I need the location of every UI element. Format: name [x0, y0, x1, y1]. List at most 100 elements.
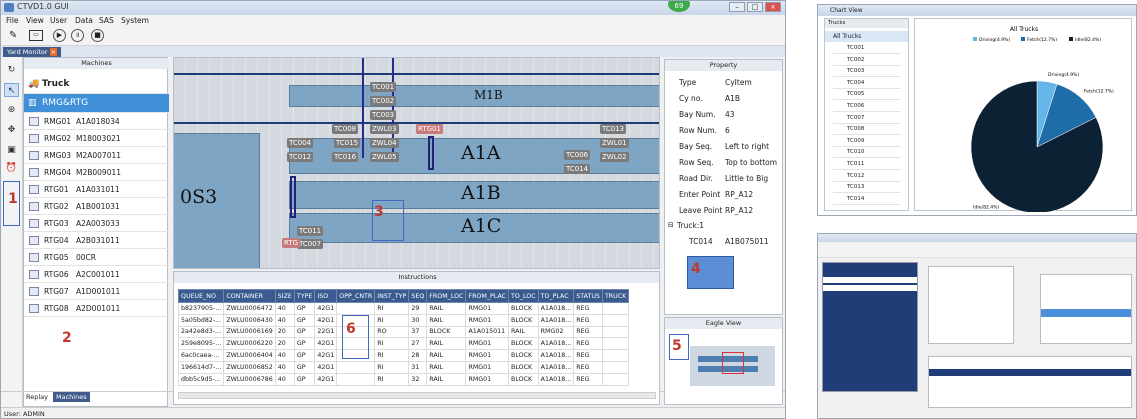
truck-list-item[interactable]: TC014: [833, 194, 901, 205]
all-trucks-item[interactable]: All Trucks: [825, 31, 908, 42]
column-header[interactable]: QUEUE_NO: [177, 289, 225, 303]
menu-file[interactable]: File: [6, 16, 19, 25]
rotate-icon[interactable]: ⊛: [4, 103, 19, 117]
stop-icon[interactable]: ■: [91, 29, 104, 42]
truck-tc001[interactable]: TC001: [370, 82, 397, 92]
truck-tc013[interactable]: TC013: [600, 124, 627, 134]
truck-list-item[interactable]: TC008: [833, 124, 901, 136]
truck-list-item[interactable]: TC005: [833, 89, 901, 101]
truck-list-item[interactable]: TC009: [833, 136, 901, 147]
column-header[interactable]: FROM_PLAC: [465, 289, 510, 303]
table-row[interactable]: b8237905-... ZWLU0006472 40 GP 42G1 RI 29 RAIL R…: [177, 302, 630, 315]
menu-system[interactable]: System: [121, 16, 149, 25]
truck-group[interactable]: 🚚 Truck: [24, 74, 169, 94]
menu-data[interactable]: Data: [75, 16, 93, 25]
menu-sas[interactable]: SAS: [99, 16, 114, 25]
table-row[interactable]: 5a05bd82-... ZWLU0006430 40 GP 42G1 RI 30 RAIL R…: [177, 313, 630, 327]
eagle-minimap[interactable]: [690, 346, 775, 386]
truck-tc011[interactable]: TC011: [297, 226, 324, 236]
alarm-icon[interactable]: ⏰: [4, 161, 19, 175]
column-header[interactable]: INST_TYP: [374, 289, 410, 303]
horizontal-scrollbar[interactable]: [178, 392, 656, 399]
column-header[interactable]: ISO: [314, 289, 338, 303]
truck-list-item[interactable]: TC011: [833, 159, 901, 170]
truck-tc007[interactable]: TC007: [297, 239, 324, 249]
screen-icon[interactable]: ▣: [4, 143, 19, 157]
truck-list-item[interactable]: TC001: [833, 43, 901, 54]
truck-tc002[interactable]: TC002: [370, 96, 397, 106]
table-row[interactable]: 196614d7-... ZWLU0006852 40 GP 42G1 RI 31 RAIL R…: [177, 360, 630, 374]
machine-row-rtg01[interactable]: RTG01 A1A031011: [24, 181, 169, 198]
machine-row-rtg08[interactable]: RTG08 A2D001011: [24, 300, 169, 317]
crane-zwl01[interactable]: ZWL01: [600, 138, 629, 148]
truck-list-item[interactable]: TC007: [833, 113, 901, 124]
machine-row-rtg07[interactable]: RTG07 A1D001011: [24, 283, 169, 300]
menu-view[interactable]: View: [26, 16, 44, 25]
column-header[interactable]: STATUS: [573, 289, 603, 303]
rmg-rtg-group[interactable]: ▥ RMG&RTG: [24, 94, 169, 113]
column-header[interactable]: OPP_CNTR: [336, 289, 376, 303]
table-row[interactable]: 2a42e8d3-... ZWLU0006169 20 GP 22G1 RO 37 BLOCK…: [177, 325, 630, 339]
machine-row-rtg03[interactable]: RTG03 A2A003033: [24, 215, 169, 232]
monitor-icon[interactable]: ▭: [29, 30, 43, 41]
play-icon[interactable]: ▶: [53, 29, 66, 42]
truck-tc003[interactable]: TC003: [370, 110, 397, 120]
tab-machines[interactable]: Machines: [53, 392, 90, 402]
machine-row-rtg05[interactable]: RTG05 00CR: [24, 249, 169, 266]
collapse-icon[interactable]: ⊟: [668, 221, 674, 229]
pause-icon[interactable]: ॥: [71, 29, 84, 42]
close-button[interactable]: ×: [765, 2, 781, 12]
notification-badge[interactable]: 69: [668, 1, 690, 12]
crane-zwl04[interactable]: ZWL04: [370, 138, 399, 148]
column-header[interactable]: SEQ: [408, 289, 428, 303]
tab-yard-monitor[interactable]: Yard Monitor ×: [3, 47, 62, 57]
maximize-button[interactable]: □: [747, 2, 763, 12]
truck-list-item[interactable]: TC003: [833, 66, 901, 78]
machine-row-rmg03[interactable]: RMG03 M2A007011: [24, 147, 169, 164]
truck-list-item[interactable]: TC013: [833, 182, 901, 194]
crane-rtg01[interactable]: RTG01: [416, 124, 443, 134]
truck-tc016[interactable]: TC016: [332, 152, 359, 162]
refresh-icon[interactable]: ↻: [4, 63, 19, 77]
truck-list-item[interactable]: TC002: [833, 55, 901, 66]
column-header[interactable]: TO_LOC: [508, 289, 539, 303]
machine-row-rtg06[interactable]: RTG06 A2C001011: [24, 266, 169, 283]
column-header[interactable]: TO_PLAC: [537, 289, 575, 303]
machine-row-rtg04[interactable]: RTG04 A2B031011: [24, 232, 169, 249]
truck-list-item[interactable]: TC010: [833, 147, 901, 159]
crane-zwl02[interactable]: ZWL02: [600, 152, 629, 162]
pointer-icon[interactable]: ↖: [4, 83, 19, 97]
truck-tc012[interactable]: TC012: [287, 152, 314, 162]
machine-row-rmg01[interactable]: RMG01 A1A018034: [24, 113, 169, 130]
table-row[interactable]: 6ac0caea-... ZWLU0006404 40 GP 42G1 RI 28 RAIL R…: [177, 349, 630, 362]
truck-list-item[interactable]: TC006: [833, 101, 901, 112]
truck-tc008[interactable]: TC008: [332, 124, 359, 134]
move-icon[interactable]: ✥: [4, 123, 19, 137]
column-header[interactable]: CONTAINER: [223, 289, 276, 303]
tab-replay[interactable]: Replay: [23, 392, 51, 402]
truck-tc015[interactable]: TC015: [334, 138, 361, 148]
menu-user[interactable]: User: [50, 16, 67, 25]
minimize-button[interactable]: –: [729, 2, 745, 12]
truck-tc004[interactable]: TC004: [287, 138, 314, 148]
crane-rtg[interactable]: RTG: [282, 238, 301, 248]
machine-row-rmg02[interactable]: RMG02 M18003021: [24, 130, 169, 147]
column-header[interactable]: FROM_LOC: [426, 289, 467, 303]
machine-row-rtg02[interactable]: RTG02 A1B001031: [24, 198, 169, 215]
crane-zwl05[interactable]: ZWL05: [370, 152, 399, 162]
yard-map[interactable]: 0S3 M1B A1A A1B A1C TC001 TC002 TC003 ZW…: [173, 57, 660, 269]
column-header[interactable]: TRUCK: [601, 289, 630, 303]
truck-tc006[interactable]: TC006: [564, 150, 591, 160]
truck-list-item[interactable]: TC012: [833, 171, 901, 182]
close-tab-icon[interactable]: ×: [49, 48, 58, 56]
column-header[interactable]: SIZE: [274, 289, 295, 303]
machine-row-rmg04[interactable]: RMG04 M2B009011: [24, 164, 169, 181]
edit-icon[interactable]: ✎: [9, 30, 17, 41]
truck-tc014[interactable]: TC014: [564, 164, 591, 174]
column-header[interactable]: TYPE: [293, 289, 316, 303]
truck-list-item[interactable]: TC004: [833, 78, 901, 89]
table-row[interactable]: 259e8095-... ZWLU0006220 20 GP 42G1 RI 27 RAIL R…: [177, 337, 630, 351]
viewport-rect[interactable]: [722, 352, 744, 374]
crane-zwl03[interactable]: ZWL03: [370, 124, 399, 134]
table-row[interactable]: dbb5c9d5-... ZWLU0006786 40 GP 42G1 RI 32 RAIL R…: [177, 372, 630, 386]
